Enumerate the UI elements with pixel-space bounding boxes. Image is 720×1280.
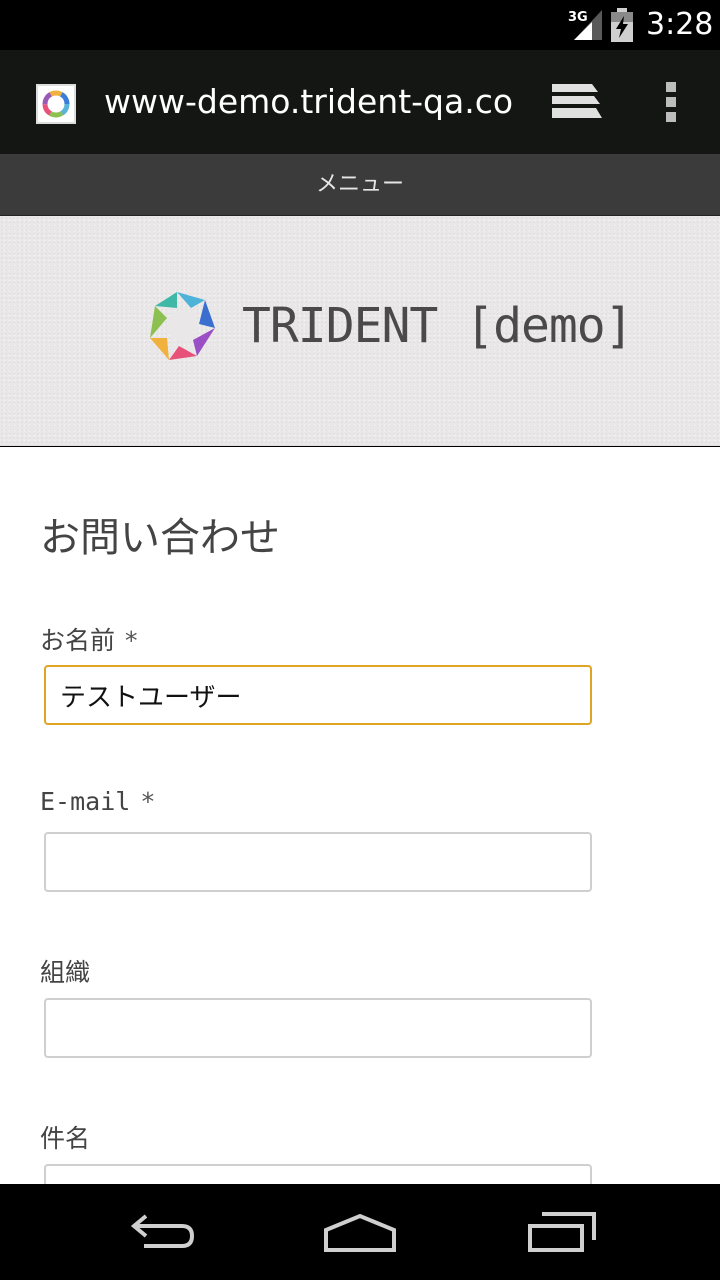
back-arrow-icon	[130, 1214, 195, 1248]
page-title: お問い合わせ	[40, 515, 280, 561]
back-button[interactable]	[114, 1206, 214, 1258]
subject-field-label: 件名	[40, 1119, 90, 1155]
overflow-menu-icon[interactable]	[656, 78, 688, 126]
home-icon	[324, 1213, 396, 1252]
signal-icon	[574, 10, 602, 40]
status-bar: 3G 3:28	[0, 0, 720, 50]
site-header-banner: TRIDENT [demo]	[0, 216, 720, 446]
email-input[interactable]	[44, 832, 592, 892]
contact-form-section: お問い合わせ お名前 * E-mail * 組織 件名	[0, 447, 720, 1184]
recent-apps-icon	[528, 1212, 596, 1252]
name-label-text: お名前	[40, 626, 116, 655]
site-favicon-icon	[36, 84, 76, 124]
url-bar[interactable]: www-demo.trident-qa.com	[104, 80, 512, 124]
subject-input[interactable]	[44, 1164, 592, 1184]
recent-apps-button[interactable]	[516, 1206, 616, 1258]
trident-logo-icon	[150, 292, 215, 360]
battery-charging-icon	[611, 8, 633, 42]
browser-toolbar: www-demo.trident-qa.com	[0, 50, 720, 154]
tabs-stack-icon[interactable]	[548, 80, 604, 124]
required-mark: *	[125, 626, 138, 655]
clock: 3:28	[646, 7, 714, 42]
name-input[interactable]	[44, 665, 592, 725]
site-name: TRIDENT [demo]	[242, 298, 634, 354]
required-mark: *	[140, 787, 156, 816]
email-field-label: E-mail *	[40, 787, 155, 816]
site-menu-bar[interactable]: メニュー	[0, 154, 720, 216]
menu-label[interactable]: メニュー	[0, 154, 720, 216]
organization-input[interactable]	[44, 998, 592, 1058]
email-label-text: E-mail	[40, 787, 131, 816]
organization-label-text: 組織	[40, 958, 91, 987]
home-button[interactable]	[310, 1206, 410, 1258]
name-field-label: お名前 *	[40, 621, 138, 657]
organization-field-label: 組織	[40, 953, 90, 989]
subject-label-text: 件名	[40, 1124, 91, 1153]
system-navigation-bar	[0, 1184, 720, 1280]
